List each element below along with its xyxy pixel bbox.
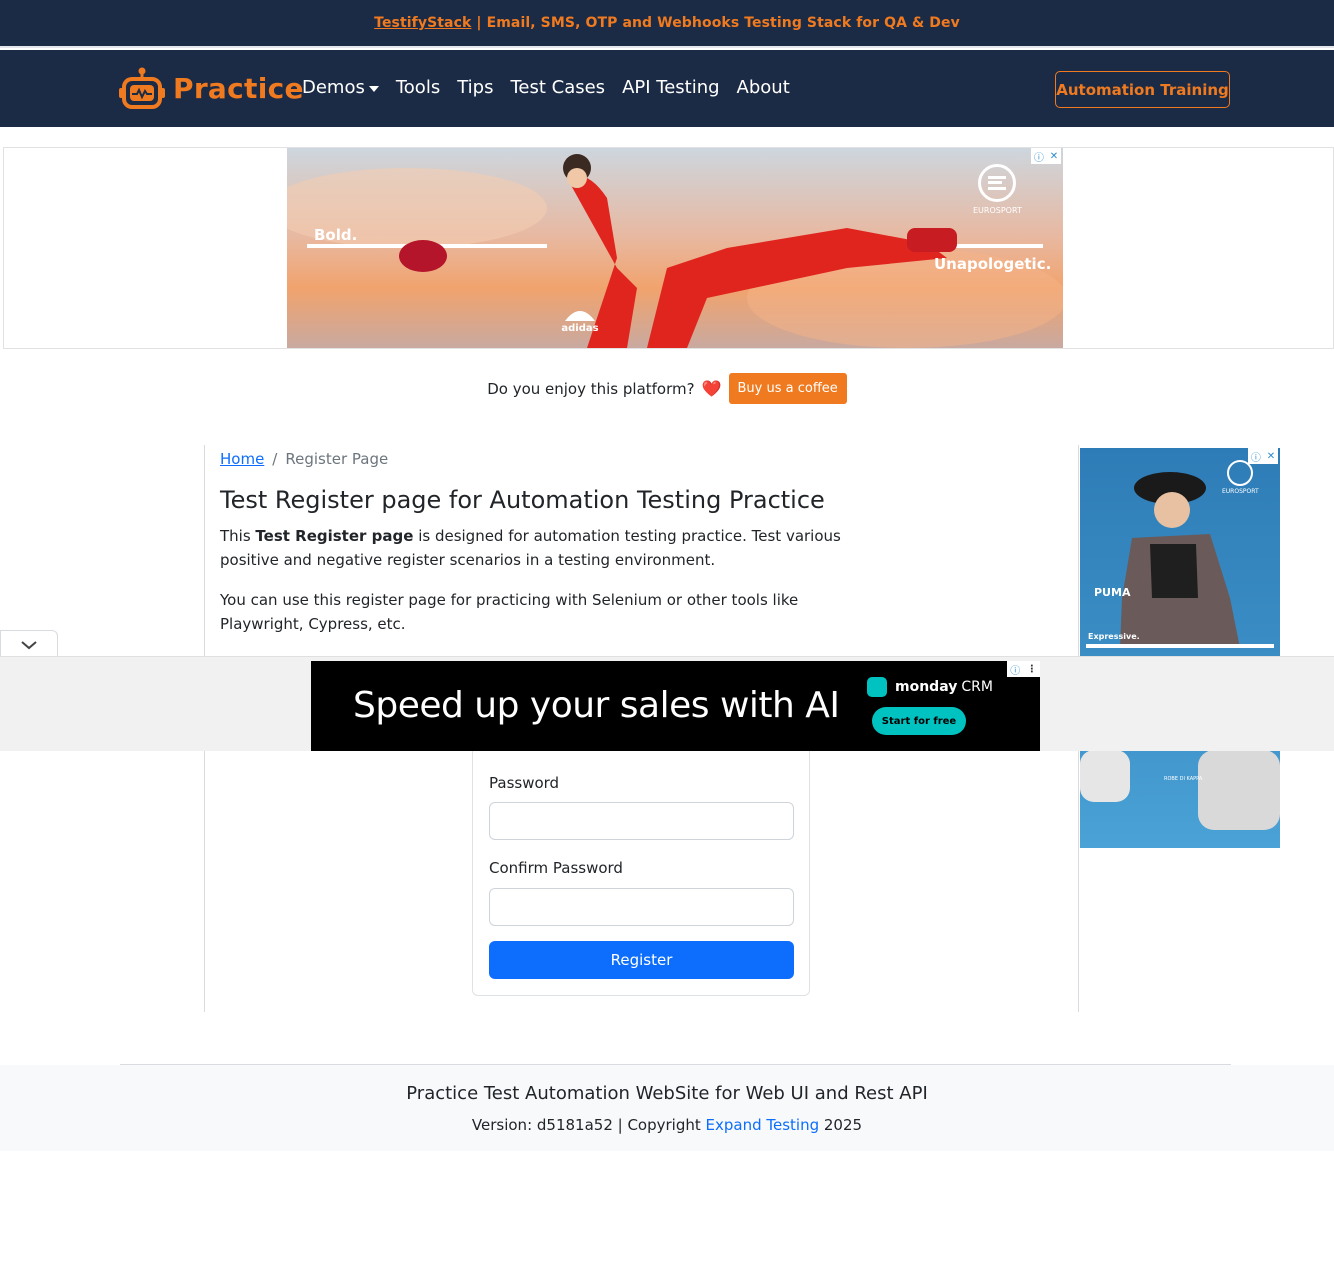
chevron-down-icon xyxy=(21,640,37,649)
nav-tips[interactable]: Tips xyxy=(457,77,493,98)
nav-api-testing[interactable]: API Testing xyxy=(622,77,719,98)
confirm-password-label: Confirm Password xyxy=(489,859,623,877)
sticky-ad-collapse-button[interactable] xyxy=(0,630,58,658)
ad-right-text: Unapologetic. xyxy=(934,255,1052,273)
footer-meta: Version: d5181a52 | Copyright Expand Tes… xyxy=(471,1116,863,1134)
top-ad-banner[interactable]: Bold. Unapologetic. adidas EUROSPORT ⓘ ✕ xyxy=(287,148,1063,348)
announcement-text: TestifyStack | Email, SMS, OTP and Webho… xyxy=(374,15,960,31)
close-icon: ✕ xyxy=(1049,150,1059,162)
breadcrumb-home-link[interactable]: Home xyxy=(220,450,264,468)
caret-down-icon xyxy=(368,85,379,92)
adidas-logo: adidas xyxy=(553,282,607,336)
side-ad-artwork xyxy=(1080,472,1280,830)
monday-logo: monday CRM xyxy=(867,677,993,697)
breadcrumb-separator: / xyxy=(272,450,278,468)
automation-training-button[interactable]: Automation Training xyxy=(1055,71,1230,108)
support-row: Do you enjoy this platform? ❤️ Buy us a … xyxy=(0,373,1334,404)
page-description: This Test Register page is designed for … xyxy=(220,527,841,569)
support-question: Do you enjoy this platform? xyxy=(487,379,695,398)
more-options-icon: ⋮ xyxy=(1026,663,1037,675)
adidas-trefoil-icon xyxy=(565,311,595,321)
breadcrumb-current: Register Page xyxy=(285,450,389,468)
info-icon: ⓘ xyxy=(1010,665,1021,677)
ad-artwork xyxy=(287,154,1063,348)
robot-icon xyxy=(119,67,165,109)
side-tagline: Expressive. xyxy=(1088,632,1140,641)
side-ad-banner[interactable]: EUROSPORT PUMA Expressive. ROBE DI KAPPA… xyxy=(1080,448,1280,848)
confirm-password-input[interactable] xyxy=(489,888,794,926)
password-input[interactable] xyxy=(489,802,794,840)
nav-tools[interactable]: Tools xyxy=(396,77,440,98)
buy-coffee-button[interactable]: Buy us a coffee xyxy=(728,373,847,404)
bottom-ad-headline: Speed up your sales with AI xyxy=(353,685,840,726)
nav-test-cases[interactable]: Test Cases xyxy=(510,77,605,98)
info-icon: ⓘ xyxy=(1250,452,1261,464)
eurosport-circle-icon xyxy=(978,164,1017,202)
ad-left-text: Bold. xyxy=(314,226,358,244)
monday-icon xyxy=(867,677,887,697)
footer: Practice Test Automation WebSite for Web… xyxy=(0,1065,1334,1151)
ad-choices-badge[interactable]: ⓘ ✕ xyxy=(1031,148,1061,164)
announcement-bar: TestifyStack | Email, SMS, OTP and Webho… xyxy=(0,0,1334,48)
breadcrumb: Home / Register Page xyxy=(220,450,388,468)
expand-testing-link[interactable]: Expand Testing xyxy=(706,1116,820,1134)
page-description-tools: You can use this register page for pract… xyxy=(220,591,799,633)
footer-title: Practice Test Automation WebSite for Web… xyxy=(406,1083,928,1104)
brand-logo[interactable]: Practice xyxy=(118,66,304,110)
bottom-ad-choices-badge[interactable]: ⓘ ⋮ xyxy=(1007,661,1040,677)
nav-demos-dropdown[interactable]: Demos xyxy=(302,77,379,98)
side-kappa-logo: ROBE DI KAPPA xyxy=(1164,776,1203,782)
side-eurosport-logo: EUROSPORT xyxy=(1222,460,1259,495)
close-icon: ✕ xyxy=(1266,450,1276,462)
main-navbar: Practice Demos Tools Tips Test Cases API… xyxy=(0,50,1334,127)
brand-name: Practice xyxy=(173,71,304,105)
side-ad-choices-badge[interactable]: ⓘ ✕ xyxy=(1248,448,1278,464)
info-icon: ⓘ xyxy=(1033,152,1044,164)
password-label: Password xyxy=(489,774,560,792)
side-puma-logo: PUMA xyxy=(1094,586,1131,599)
register-button[interactable]: Register xyxy=(489,941,794,979)
nav-links: Demos Tools Tips Test Cases API Testing … xyxy=(302,77,807,98)
eurosport-logo: EUROSPORT xyxy=(973,164,1022,215)
page-title: Test Register page for Automation Testin… xyxy=(220,486,825,514)
heart-icon: ❤️ xyxy=(701,379,722,398)
bottom-ad-banner[interactable]: Speed up your sales with AI monday CRM S… xyxy=(311,661,1040,751)
nav-about[interactable]: About xyxy=(737,77,790,98)
start-for-free-button[interactable]: Start for free xyxy=(872,707,966,735)
testifystack-link[interactable]: TestifyStack xyxy=(374,15,471,31)
description-emphasis: Test Register page xyxy=(255,527,414,545)
